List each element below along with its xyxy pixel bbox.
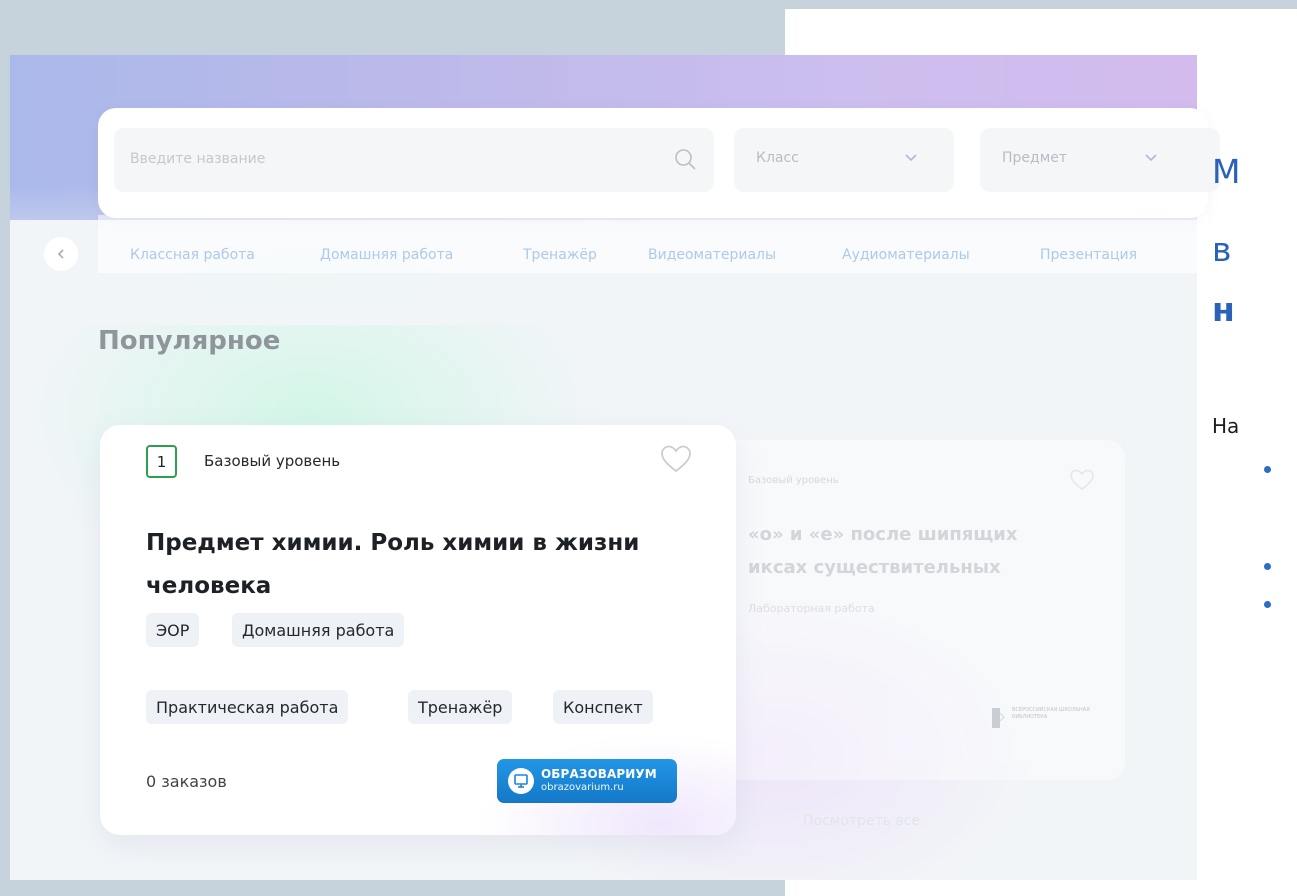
orders-count: 0 заказов	[146, 772, 227, 791]
bullet-point	[1264, 601, 1271, 608]
slide-body-text: На	[1212, 414, 1240, 438]
tab-audio[interactable]: Аудиоматериалы	[834, 237, 978, 273]
level-label: Базовый уровень	[204, 452, 341, 470]
library-logo: ВСЕРОССИЙСКАЯ ШКОЛЬНАЯ БИБЛИОТЕКА	[990, 705, 1090, 735]
obrazovarium-badge[interactable]: ОБРАЗОВАРИУМ obrazovarium.ru	[497, 759, 677, 803]
section-title: Популярное	[98, 326, 281, 356]
chevron-down-icon	[1145, 154, 1157, 162]
chip-homework[interactable]: Домашняя работа	[232, 613, 405, 647]
search-placeholder: Введите название	[130, 151, 266, 167]
class-select-label: Класс	[756, 150, 799, 166]
screen-icon	[514, 774, 528, 788]
slide-heading-line-3: н	[1212, 290, 1235, 329]
subject-select[interactable]: Предмет	[980, 128, 1220, 192]
library-logo-text: ВСЕРОССИЙСКАЯ ШКОЛЬНАЯ БИБЛИОТЕКА	[1012, 707, 1090, 720]
heart-icon[interactable]	[659, 443, 693, 475]
ghost-card-level: Базовый уровень	[748, 475, 839, 486]
chip-practical[interactable]: Практическая работа	[146, 690, 349, 724]
card-title[interactable]: Предмет химии. Роль химии в жизни челове…	[146, 522, 666, 608]
subject-select-label: Предмет	[1002, 150, 1068, 166]
tab-presentation[interactable]: Презентация	[1032, 237, 1145, 273]
search-input[interactable]: Введите название	[114, 128, 714, 192]
book-icon	[992, 708, 1005, 728]
chip-trainer[interactable]: Тренажёр	[408, 690, 513, 724]
chevron-left-icon	[57, 249, 64, 259]
heart-icon[interactable]	[1069, 468, 1095, 492]
chip-eor[interactable]: ЭОР	[146, 613, 200, 647]
grade-badge: 1	[146, 445, 177, 478]
slide-heading-line-2: в	[1212, 230, 1232, 269]
brand-logo-icon	[508, 768, 534, 794]
tab-video[interactable]: Видеоматериалы	[640, 237, 784, 273]
ghost-card-tag: Лабораторная работа	[748, 602, 875, 615]
bullet-point	[1264, 466, 1271, 473]
ghost-card-title: «о» и «е» после шипящих иксах существите…	[748, 524, 1018, 578]
search-icon[interactable]	[674, 148, 696, 170]
brand-name: ОБРАЗОВАРИУМ	[541, 767, 657, 781]
tab-trainer[interactable]: Тренажёр	[515, 237, 605, 273]
ghost-card[interactable]: Базовый уровень «о» и «е» после шипящих …	[700, 440, 1125, 780]
chevron-down-icon	[905, 154, 917, 162]
tabs-back-button[interactable]	[44, 237, 78, 271]
tab-classwork[interactable]: Классная работа	[122, 237, 263, 273]
chip-summary[interactable]: Конспект	[553, 690, 653, 724]
tab-homework[interactable]: Домашняя работа	[312, 237, 461, 273]
see-all-link[interactable]: Посмотреть все	[803, 813, 920, 829]
slide-heading-line-1: М	[1212, 152, 1241, 191]
filter-bar: Введите название Класс Предмет	[98, 108, 1220, 218]
brand-url: obrazovarium.ru	[541, 782, 624, 793]
bullet-point	[1264, 563, 1271, 570]
class-select[interactable]: Класс	[734, 128, 954, 192]
